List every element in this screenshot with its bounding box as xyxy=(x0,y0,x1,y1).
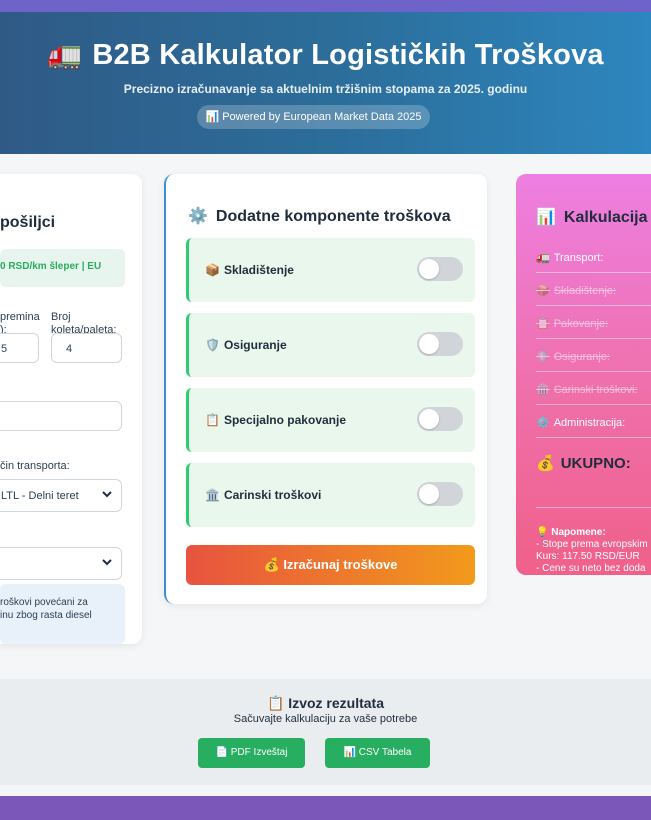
toggle-knob xyxy=(419,259,439,279)
distance-input[interactable] xyxy=(0,401,122,431)
box-icon: 📦 xyxy=(536,285,550,297)
divider xyxy=(536,437,651,438)
divider xyxy=(536,371,651,372)
packaging-toggle[interactable] xyxy=(417,407,463,431)
gear-icon: ⚙️ xyxy=(188,208,208,225)
toggle-knob xyxy=(419,409,439,429)
page-title: 🚛 B2B Kalkulator Logističkih Troškova xyxy=(0,38,651,72)
pdf-export-button[interactable]: 📄 PDF Izveštaj xyxy=(198,738,305,768)
calc-row-label: Skladištenje: xyxy=(553,285,617,297)
calc-notes: 💡 Napomene: - Stope prema evropskim Kurs… xyxy=(536,527,651,575)
export-section: 📋 Izvoz rezultata Sačuvajte kalkulaciju … xyxy=(0,679,651,785)
shield-icon: 🛡️ xyxy=(205,338,220,352)
box-icon: 📦 xyxy=(205,263,220,277)
packages-input[interactable]: 4 xyxy=(51,333,122,363)
calculation-title-text: Kalkulacija xyxy=(563,209,648,226)
calc-row-storage: 📦 Skladištenje: xyxy=(536,284,651,297)
calc-row-customs: 🏛️ Carinski troškovi: xyxy=(536,383,651,396)
component-customs-label: 🏛️ Carinski troškovi xyxy=(205,488,321,502)
data-source-badge: 📊 Powered by European Market Data 2025 xyxy=(197,105,430,129)
export-subtitle: Sačuvajte kalkulaciju za vaše potrebe xyxy=(233,713,418,725)
customs-toggle[interactable] xyxy=(417,482,463,506)
component-packaging-label: 📋 Specijalno pakovanje xyxy=(205,413,346,427)
transport-select[interactable]: LTL - Delni teret xyxy=(0,479,122,512)
component-storage-label: 📦 Skladištenje xyxy=(205,263,294,277)
toggle-knob xyxy=(419,484,439,504)
notes-line: - Stope prema evropskim xyxy=(536,539,648,550)
component-packaging: 📋 Specijalno pakovanje xyxy=(186,388,475,452)
calc-row-label: Pakovanje: xyxy=(553,318,609,330)
insurance-toggle[interactable] xyxy=(417,332,463,356)
calc-row-admin: ⚙️ Administracija: xyxy=(536,416,651,429)
calculation-card-title: 📊 Kalkulacija xyxy=(536,207,648,227)
notes-title: 💡 Napomene: xyxy=(536,527,606,538)
main-content: pošiljci 0 RSD/km šleper | EU premina ):… xyxy=(0,154,651,679)
secondary-select[interactable] xyxy=(0,547,122,580)
component-storage-text: Skladištenje xyxy=(223,263,294,277)
component-packaging-text: Specijalno pakovanje xyxy=(223,413,346,427)
component-customs-text: Carinski troškovi xyxy=(223,488,322,502)
customs-building-icon: 🏛️ xyxy=(205,488,220,502)
clipboard-icon: 📋 xyxy=(205,413,220,427)
export-title: 📋 Izvoz rezultata xyxy=(266,695,384,711)
fuel-note-line2: inu zbog rasta diesel xyxy=(0,610,92,621)
calc-row-label: Transport: xyxy=(553,252,604,264)
calc-total: 💰 UKUPNO: xyxy=(536,454,631,472)
chevron-down-icon xyxy=(102,559,112,566)
shield-icon: 🛡️ xyxy=(536,351,550,363)
component-storage: 📦 Skladištenje xyxy=(186,238,475,302)
truck-icon: 🚛 xyxy=(47,39,83,70)
component-insurance-text: Osiguranje xyxy=(223,338,287,352)
packages-label-line1: Broj xyxy=(51,311,71,323)
shipment-card: pošiljci 0 RSD/km šleper | EU premina ):… xyxy=(0,174,142,644)
divider xyxy=(536,507,651,508)
shipment-card-title: pošiljci xyxy=(0,214,56,231)
calc-row-label: Osiguranje: xyxy=(553,351,610,363)
chart-icon: 📊 xyxy=(536,209,556,226)
components-title-text: Dodatne komponente troškova xyxy=(215,208,451,225)
components-card-title: ⚙️ Dodatne komponente troškova xyxy=(188,206,451,226)
customs-building-icon: 🏛️ xyxy=(536,384,550,396)
fuel-note-box: roškovi povećani za inu zbog rasta diese… xyxy=(0,584,125,644)
calculate-button[interactable]: 💰 Izračunaj troškove xyxy=(186,545,475,585)
notes-line: - Cene su neto bez doda xyxy=(536,563,646,574)
calculation-card: 📊 Kalkulacija 🚛 Transport: 📦 Skladištenje: … xyxy=(516,174,651,575)
component-insurance-label: 🛡️ Osiguranje xyxy=(205,338,287,352)
divider xyxy=(536,272,651,273)
notes-line: Kurs: 117.50 RSD/EUR xyxy=(536,551,640,562)
component-customs: 🏛️ Carinski troškovi xyxy=(186,463,475,527)
divider xyxy=(536,404,651,405)
rate-info-text: 0 RSD/km šleper | EU xyxy=(0,261,102,272)
toggle-knob xyxy=(419,334,439,354)
rate-info-box: 0 RSD/km šleper | EU xyxy=(0,249,125,287)
chevron-down-icon xyxy=(102,491,112,498)
page-title-text: B2B Kalkulator Logističkih Troškova xyxy=(92,39,604,71)
gear-icon: ⚙️ xyxy=(536,417,550,429)
divider xyxy=(536,338,651,339)
calc-row-transport: 🚛 Transport: xyxy=(536,251,651,264)
divider xyxy=(536,305,651,306)
components-card: ⚙️ Dodatne komponente troškova 📦 Skladište… xyxy=(164,174,487,604)
money-bag-icon: 💰 xyxy=(536,455,555,472)
calc-row-label: Administracija: xyxy=(553,417,626,429)
component-insurance: 🛡️ Osiguranje xyxy=(186,313,475,377)
weight-input[interactable]: 5 xyxy=(0,333,39,363)
calc-total-label: UKUPNO: xyxy=(560,455,631,472)
storage-toggle[interactable] xyxy=(417,257,463,281)
clipboard-icon: 📋 xyxy=(536,318,550,330)
header: 🚛 B2B Kalkulator Logističkih Troškova Pre… xyxy=(0,12,651,154)
weight-label-line1: premina xyxy=(0,311,40,323)
transport-select-value: LTL - Delni teret xyxy=(1,490,79,502)
calc-row-label: Carinski troškovi: xyxy=(553,384,638,396)
calc-row-packaging: 📋 Pakovanje: xyxy=(536,317,651,330)
csv-export-button[interactable]: 📊 CSV Tabela xyxy=(325,738,430,768)
truck-icon: 🚛 xyxy=(536,252,550,264)
fuel-note-line1: roškovi povećani za xyxy=(0,597,88,608)
page-subtitle: Precizno izračunavanje sa aktuelnim trži… xyxy=(123,82,528,96)
calc-row-insurance: 🛡️ Osiguranje: xyxy=(536,350,651,363)
transport-label: čin transporta: xyxy=(0,460,70,472)
page: 🚛 B2B Kalkulator Logističkih Troškova Pre… xyxy=(0,12,651,796)
